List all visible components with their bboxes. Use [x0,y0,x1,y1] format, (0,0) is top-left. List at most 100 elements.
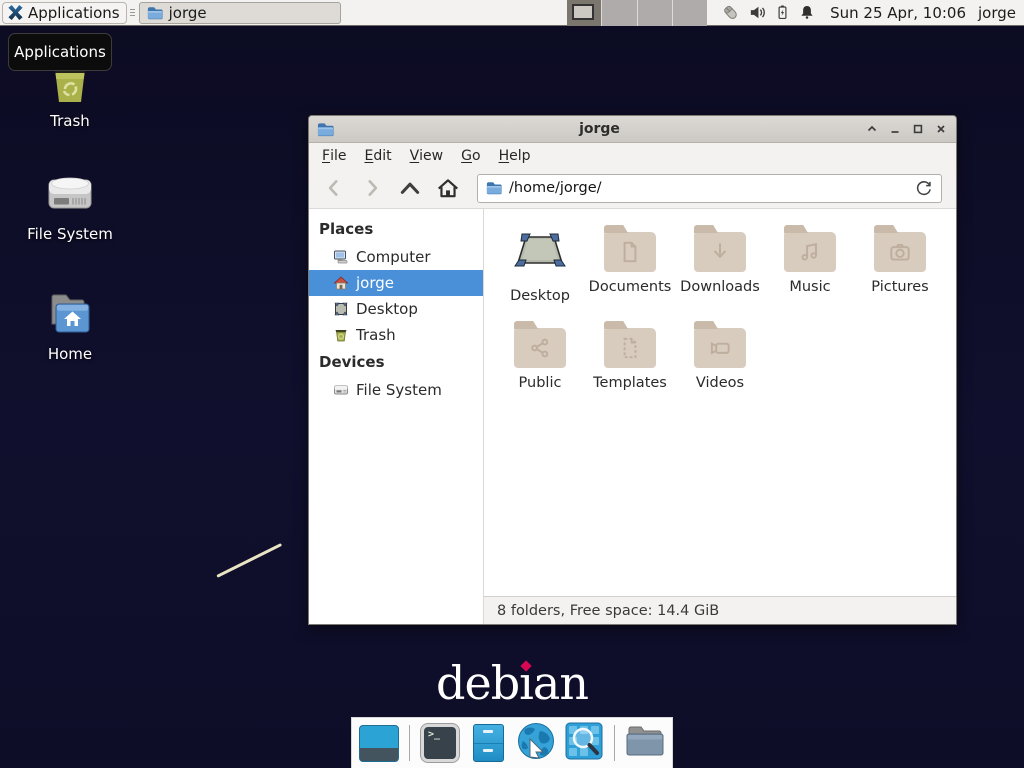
file-item-documents[interactable]: Documents [585,223,675,319]
volume-icon[interactable] [748,3,767,22]
desktop-workspace-icon [513,223,567,281]
pictures-folder-icon [874,232,926,272]
panel-separator-handle[interactable] [129,4,137,22]
file-item-templates[interactable]: Templates [585,319,675,415]
debian-logo: debıan [436,660,588,706]
file-item-downloads[interactable]: Downloads [675,223,765,319]
dock-terminal-button[interactable]: >_ [420,723,460,763]
public-folder-icon [514,328,566,368]
file-item-desktop[interactable]: Desktop [495,223,585,319]
taskbar-item-jorge[interactable]: jorge [139,2,341,24]
reload-button[interactable] [915,179,933,197]
clock[interactable]: Sun 25 Apr, 10:06 [830,4,966,22]
file-label: Documents [589,279,672,295]
dock-separator [409,725,410,761]
menu-help[interactable]: Help [490,143,540,168]
trash-icon [333,327,349,343]
window-titlebar[interactable]: jorge [309,116,956,143]
forward-button[interactable] [355,173,389,203]
mouse-tray-icon[interactable] [721,3,741,23]
file-item-music[interactable]: Music [765,223,855,319]
workspace-switcher[interactable] [567,0,707,26]
file-item-videos[interactable]: Videos [675,319,765,415]
file-item-pictures[interactable]: Pictures [855,223,945,319]
workspace-3[interactable] [638,0,673,26]
templates-folder-icon [604,328,656,368]
dock-show-desktop-button[interactable] [359,723,399,763]
file-label: Desktop [510,288,570,304]
tooltip-text: Applications [14,43,106,61]
window-folder-icon [317,122,334,137]
taskbar-item-label: jorge [169,4,207,22]
battery-icon[interactable] [774,3,791,22]
file-label: Downloads [680,279,760,295]
workspace-1[interactable] [567,0,602,26]
dock-file-cabinet-button[interactable] [468,723,508,763]
window-title: jorge [334,121,865,137]
menu-bar: File Edit View Go Help [309,143,956,168]
file-list-view[interactable]: Desktop Documents [484,209,956,596]
dock-file-manager-button[interactable] [625,723,665,763]
menu-edit[interactable]: Edit [355,143,400,168]
menu-go[interactable]: Go [452,143,489,168]
sidebar-item-label: Computer [356,248,431,266]
system-tray [721,3,816,23]
applications-menu-icon [7,4,24,21]
workspace-2[interactable] [602,0,637,26]
hard-drive-icon [333,382,349,398]
dock-app-finder-button[interactable] [564,723,604,763]
file-label: Music [789,279,830,295]
file-label: Templates [593,375,667,391]
hard-drive-icon [45,171,95,221]
back-button[interactable] [317,173,351,203]
sidebar-item-label: jorge [356,274,394,292]
close-button[interactable] [934,122,948,136]
sidebar-item-desktop[interactable]: Desktop [309,296,483,322]
show-desktop-icon [359,725,399,762]
applications-button[interactable]: Applications [2,2,127,24]
dock-web-browser-button[interactable] [516,723,556,763]
desktop-icon [333,301,349,317]
desktop-icon-home[interactable]: Home [20,291,120,363]
path-bar[interactable]: /home/jorge/ [477,174,942,203]
path-input[interactable]: /home/jorge/ [509,180,915,196]
sidebar-item-jorge[interactable]: jorge [309,270,483,296]
file-manager-window: jorge File Edit View Go Help [308,115,957,625]
terminal-icon: >_ [421,724,459,762]
wallpaper-streak [216,543,282,578]
sidebar: Places Computer [309,209,484,624]
up-button[interactable] [393,173,427,203]
home-icon [333,275,349,291]
app-finder-icon [565,722,603,764]
minimize-button[interactable] [888,122,902,136]
sidebar-item-computer[interactable]: Computer [309,244,483,270]
applications-tooltip: Applications [8,33,112,71]
menu-file[interactable]: File [313,143,355,168]
folder-icon [486,181,502,195]
file-manager-folder-icon [625,723,665,763]
panel-user-label[interactable]: jorge [978,4,1016,22]
status-text: 8 folders, Free space: 14.4 GiB [497,603,719,619]
sidebar-item-trash[interactable]: Trash [309,322,483,348]
sidebar-item-file-system[interactable]: File System [309,377,483,403]
menu-view[interactable]: View [401,143,453,168]
desktop-icon-label: Home [48,345,92,363]
home-button[interactable] [431,173,465,203]
folder-icon [147,6,163,20]
videos-folder-icon [694,328,746,368]
sidebar-header-devices: Devices [309,348,483,377]
notifications-bell-icon[interactable] [798,3,816,22]
home-folder-icon [45,291,95,341]
shade-button[interactable] [865,122,879,136]
file-item-public[interactable]: Public [495,319,585,415]
workspace-4[interactable] [673,0,707,26]
sidebar-item-label: Desktop [356,300,418,318]
file-label: Videos [696,375,744,391]
computer-icon [333,249,349,265]
maximize-button[interactable] [911,122,925,136]
file-label: Public [519,375,562,391]
music-folder-icon [784,232,836,272]
status-bar: 8 folders, Free space: 14.4 GiB [484,596,956,624]
web-browser-globe-icon [516,721,556,765]
desktop-icon-file-system[interactable]: File System [20,171,120,243]
